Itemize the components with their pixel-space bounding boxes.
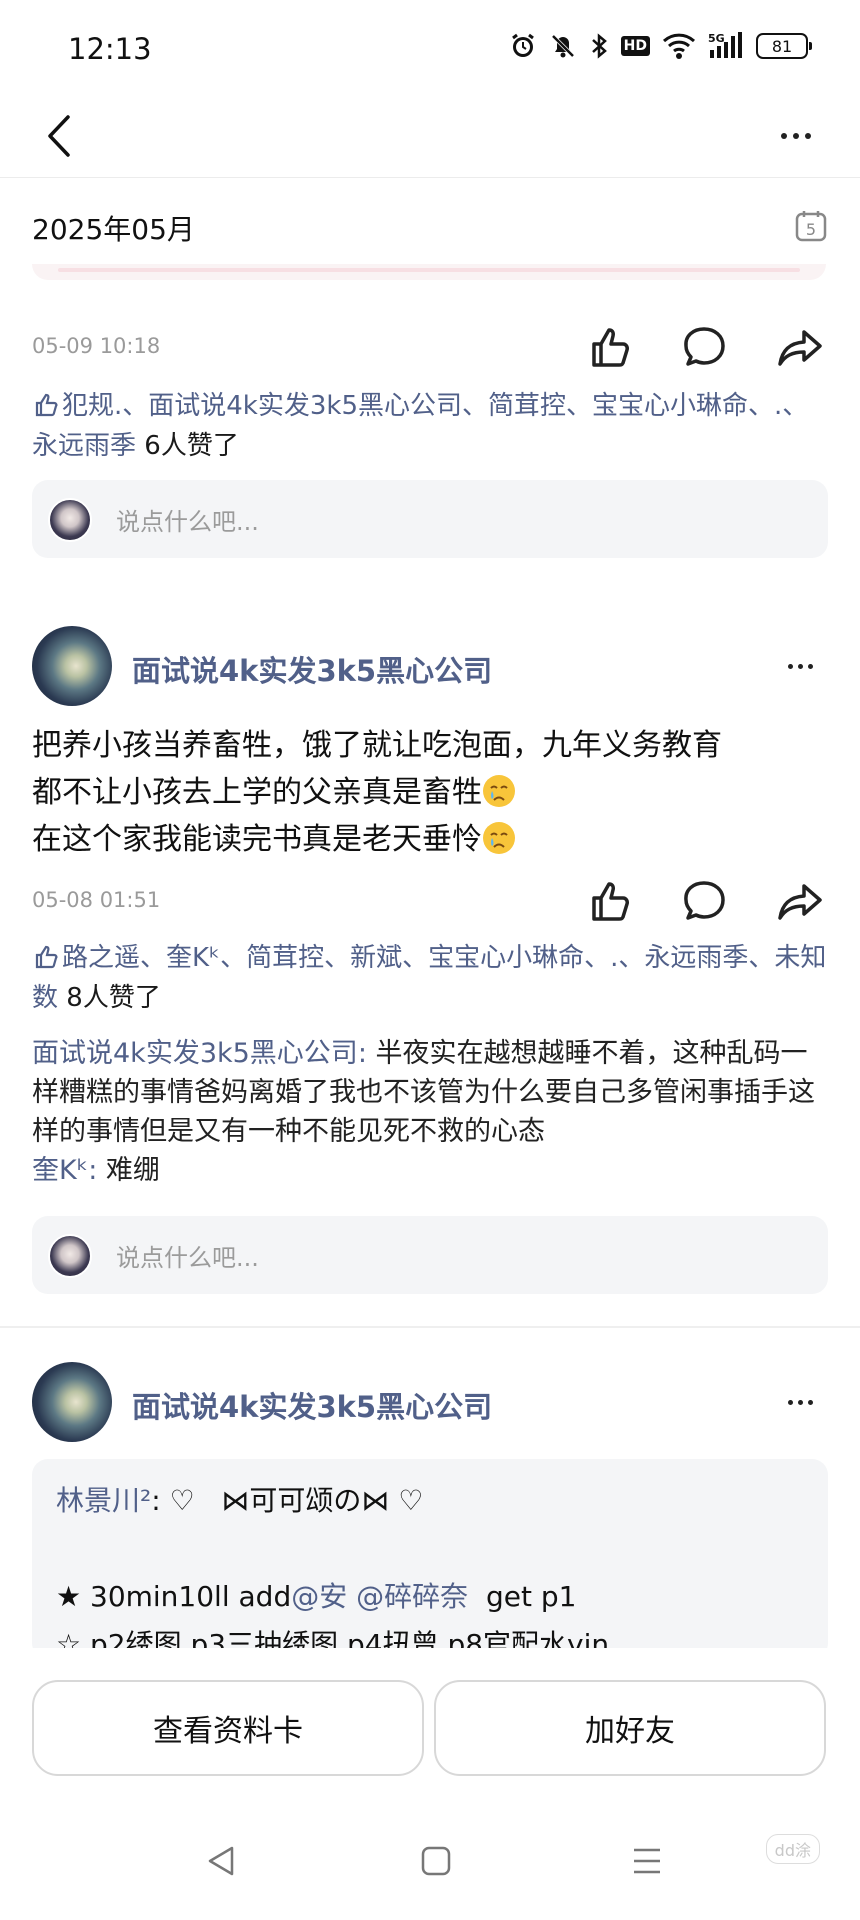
back-arrow-icon [48, 115, 70, 157]
crying-emoji-icon [483, 822, 515, 854]
like-icon[interactable] [580, 878, 636, 924]
quote-line: 林景川²: ♡ ⋈可可颂の⋈ ♡ [56, 1484, 424, 1517]
status-icons: HD 5G 81 [509, 32, 812, 60]
system-nav-bar [0, 1832, 860, 1902]
bottom-action-bar: 查看资料卡 加好友 [0, 1680, 860, 1780]
quote-line: ★ 30min10ll add@安 @碎碎奈 get p1 [56, 1580, 577, 1613]
view-profile-card-button[interactable]: 查看资料卡 [32, 1680, 424, 1776]
post-text-line: 在这个家我能读完书真是老天垂怜 [32, 816, 832, 863]
quote-blank [56, 1525, 804, 1573]
reply-author[interactable]: 面试说4k实发3k5黑心公司 [32, 1038, 358, 1069]
post-likes: 犯规.、面试说4k实发3k5黑心公司、简茸控、宝宝心小琳命、.、永远雨季 6人赞… [32, 386, 832, 466]
comment-input[interactable]: 说点什么吧... [32, 1216, 828, 1294]
watermark: dd涂 [765, 1834, 820, 1864]
feed: 05-09 10:18 犯规.、面试说4k实发3k5黑心公司、简茸控、宝宝心小琳… [0, 264, 860, 1648]
more-dot-icon [805, 133, 811, 139]
like-count: 8人赞了 [58, 983, 161, 1013]
my-avatar [48, 1234, 92, 1278]
comment-placeholder: 说点什么吧... [116, 1244, 259, 1272]
reply-item[interactable]: 奎Kᵏ: 难绷 [32, 1151, 832, 1190]
calendar-button[interactable]: 5 [794, 209, 828, 247]
thumb-small-icon [35, 945, 58, 969]
alarm-icon [511, 33, 534, 57]
post-more-button[interactable] [772, 1380, 828, 1424]
post-actions [580, 878, 828, 924]
author-avatar[interactable] [32, 1362, 112, 1442]
mention-link[interactable]: @碎碎奈 [356, 1580, 468, 1613]
comment-input[interactable]: 说点什么吧... [32, 480, 828, 558]
post-meta-row: 05-09 10:18 [32, 324, 828, 370]
comment-placeholder: 说点什么吧... [116, 508, 259, 536]
nav-recents-icon[interactable] [630, 1844, 664, 1878]
author-avatar[interactable] [32, 626, 112, 706]
reply-list: 面试说4k实发3k5黑心公司: 半夜实在越想越睡不着，这种乱码一样糟糕的事情爸妈… [32, 1034, 832, 1190]
top-nav-bar [0, 100, 860, 178]
quoted-post-card[interactable]: 林景川²: ♡ ⋈可可颂の⋈ ♡ ★ 30min10ll add@安 @碎碎奈 … [32, 1459, 828, 1648]
nav-home-icon[interactable] [420, 1844, 452, 1878]
battery-indicator: 81 [756, 33, 812, 59]
post-body: 把养小孩当养畜牲，饿了就让吃泡面，九年义务教育 都不让小孩去上学的父亲真是畜牲 … [32, 722, 832, 863]
more-dot-icon [797, 1399, 803, 1405]
more-dot-icon [807, 1399, 813, 1405]
post-timestamp: 05-08 01:51 [32, 888, 161, 912]
reply-item[interactable]: 面试说4k实发3k5黑心公司: 半夜实在越想越睡不着，这种乱码一样糟糕的事情爸妈… [32, 1034, 832, 1151]
post-text-line: 把养小孩当养畜牲，饿了就让吃泡面，九年义务教育 [32, 728, 722, 763]
thumb-small-icon [35, 393, 58, 417]
mention-link[interactable]: @安 [291, 1580, 347, 1613]
post-image-tail [32, 264, 826, 280]
wifi-icon [662, 33, 696, 59]
back-button[interactable] [36, 106, 82, 166]
calendar-icon: 5 [795, 211, 827, 242]
post-timestamp: 05-09 10:18 [32, 334, 161, 358]
my-avatar [48, 498, 92, 542]
comment-icon[interactable] [676, 878, 732, 924]
share-icon[interactable] [772, 324, 828, 370]
nav-back-icon[interactable] [206, 1844, 236, 1878]
more-dot-icon [797, 663, 803, 669]
add-friend-button[interactable]: 加好友 [434, 1680, 826, 1776]
more-dot-icon [787, 1399, 793, 1405]
bluetooth-icon [591, 33, 607, 59]
more-dot-icon [793, 133, 799, 139]
month-title: 2025年05月 [32, 213, 195, 246]
quote-author[interactable]: 林景川² [56, 1484, 151, 1517]
like-count: 6人赞了 [136, 431, 239, 461]
share-icon[interactable] [772, 878, 828, 924]
svg-text:5G: 5G [708, 32, 725, 45]
hd-badge: HD [620, 36, 650, 56]
signal-5g-icon: 5G [708, 32, 742, 58]
quote-line: ☆ p2绣图 p3三抽绣图 p4扭曾 p8官配水yin [56, 1628, 610, 1648]
more-options-button[interactable] [768, 114, 824, 158]
status-bar: 12:13 HD 5G 81 [0, 0, 860, 100]
reply-author[interactable]: 奎Kᵏ [32, 1155, 88, 1186]
post-header: 面试说4k实发3k5黑心公司 [32, 626, 828, 710]
post-divider [0, 1326, 860, 1328]
post-text-line: 都不让小孩去上学的父亲真是畜牲 [32, 769, 832, 816]
reply-text: 难绷 [105, 1155, 160, 1186]
month-header: 2025年05月 5 [0, 196, 860, 256]
post-actions [580, 324, 828, 370]
mute-bell-icon [551, 34, 575, 58]
post-likes: 路之遥、奎Kᵏ、简茸控、新斌、宝宝心小琳命、.、永远雨季、未知数 8人赞了 [32, 938, 832, 1018]
comment-icon[interactable] [676, 324, 732, 370]
crying-emoji-icon [483, 775, 515, 807]
calendar-day: 5 [806, 220, 816, 239]
more-dot-icon [807, 663, 813, 669]
status-time: 12:13 [68, 32, 152, 66]
like-icon[interactable] [580, 324, 636, 370]
post-more-button[interactable] [772, 644, 828, 688]
more-dot-icon [781, 133, 787, 139]
post-meta-row: 05-08 01:51 [32, 878, 828, 924]
more-dot-icon [787, 663, 793, 669]
post-header: 面试说4k实发3k5黑心公司 [32, 1362, 828, 1446]
author-name[interactable]: 面试说4k实发3k5黑心公司 [132, 1384, 492, 1426]
author-name[interactable]: 面试说4k实发3k5黑心公司 [132, 648, 492, 690]
